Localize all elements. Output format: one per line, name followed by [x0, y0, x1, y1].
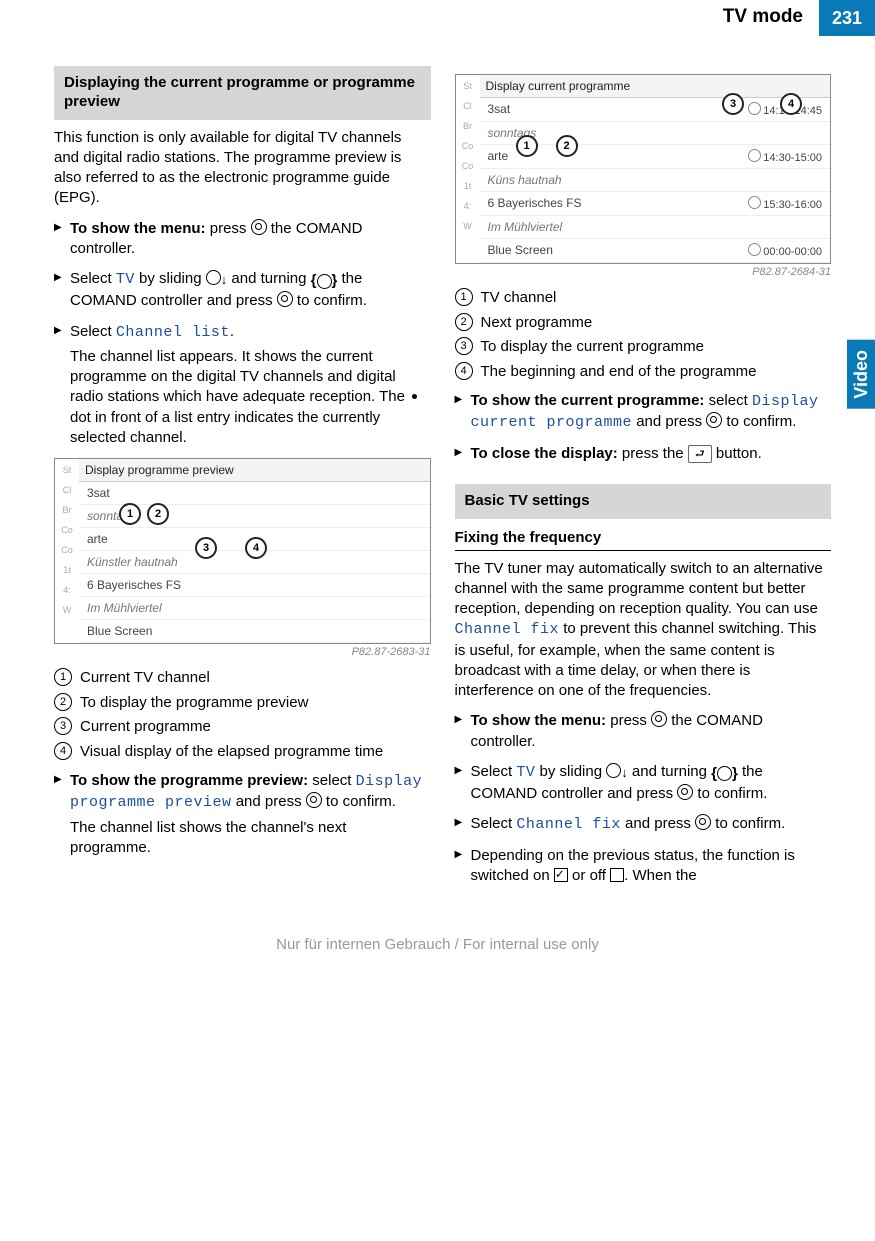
instruction-list-2: To show the programme preview: select Di… [54, 771, 431, 858]
fig-row: 3sat14:15-14:45 [480, 98, 831, 122]
annotation-1: 1 [119, 503, 141, 525]
step-show-current: To show the current programme: select Di… [455, 391, 832, 434]
checkbox-empty-icon [610, 868, 624, 882]
clock-icon [748, 243, 761, 256]
press-icon [695, 814, 711, 830]
step-select-channel-list: Select Channel list. The channel list ap… [54, 322, 431, 449]
fig-row: Im Mühlviertel [480, 216, 831, 239]
step-show-menu-2: To show the menu: press the COMAND contr… [455, 711, 832, 752]
figure-sidebar: St Cl Br Co Co 1t 4: W [456, 75, 480, 263]
press-icon [251, 219, 267, 235]
annotation-4: 4 [780, 93, 802, 115]
side-tab-video: Video [847, 340, 875, 409]
figure-sidebar: St Cl Br Co Co 1t 4: W [55, 459, 79, 643]
clock-icon [748, 102, 761, 115]
back-button-icon: ⮐ [688, 445, 712, 464]
figure-caption: P82.87-2683-31 [54, 646, 431, 658]
fig-row: 6 Bayerisches FS15:30-16:00 [480, 192, 831, 216]
step-show-menu: To show the menu: press the COMAND contr… [54, 219, 431, 260]
fig-row: Blue Screen [79, 620, 430, 643]
dot-icon [412, 394, 417, 399]
legend-2: 1TV channel 2Next programme 3To display … [455, 288, 832, 381]
turn-icon: {} [311, 271, 338, 291]
page-header: TV mode 231 [0, 0, 875, 36]
ring-icon [606, 763, 621, 778]
step-select-tv: Select TV by sliding ↓ and turning {} th… [54, 269, 431, 312]
fig-row: 6 Bayerisches FS [79, 574, 430, 597]
annotation-2: 2 [556, 135, 578, 157]
step-select-tv-2: Select TV by sliding ↓ and turning {} th… [455, 762, 832, 805]
section-title-basic-tv: Basic TV settings [455, 484, 832, 519]
page-number: 231 [819, 0, 875, 36]
right-column: St Cl Br Co Co 1t 4: W Display current p… [455, 66, 832, 896]
checkbox-checked-icon [554, 868, 568, 882]
step-close-display: To close the display: press the ⮐ button… [455, 444, 832, 464]
left-column: Displaying the current programme or prog… [54, 66, 431, 896]
annotation-1: 1 [516, 135, 538, 157]
annotation-2: 2 [147, 503, 169, 525]
annotation-3: 3 [722, 93, 744, 115]
fig-row: Im Mühlviertel [79, 597, 430, 620]
figure-title: Display programme preview [79, 459, 430, 482]
turn-icon: {} [711, 764, 738, 784]
press-icon [306, 792, 322, 808]
annotation-3: 3 [195, 537, 217, 559]
fig-row: Blue Screen00:00-00:00 [480, 239, 831, 263]
press-icon [706, 412, 722, 428]
step-toggle-status: Depending on the previous status, the fu… [455, 846, 832, 887]
section-title-display-programme: Displaying the current programme or prog… [54, 66, 431, 120]
figure-programme-preview: St Cl Br Co Co 1t 4: W Display programme… [54, 458, 431, 644]
instruction-list-1: To show the menu: press the COMAND contr… [54, 219, 431, 449]
legend-item: 4Visual display of the elapsed programme… [54, 742, 431, 762]
figure-title: Display current programme [480, 75, 831, 98]
legend-item: 3Current programme [54, 717, 431, 737]
fig-row: Küns hautnah [480, 169, 831, 192]
figure-caption: P82.87-2684-31 [455, 266, 832, 278]
instruction-list-4: To show the menu: press the COMAND contr… [455, 711, 832, 886]
footer-text: Nur für internen Gebrauch / For internal… [0, 936, 875, 953]
press-icon [277, 291, 293, 307]
annotation-4: 4 [245, 537, 267, 559]
frequency-intro: The TV tuner may automatically switch to… [455, 559, 832, 702]
figure-current-programme: St Cl Br Co Co 1t 4: W Display current p… [455, 74, 832, 264]
step-select-channel-fix: Select Channel fix and press to confirm. [455, 814, 832, 835]
legend-1: 1Current TV channel 2To display the prog… [54, 668, 431, 761]
clock-icon [748, 196, 761, 209]
step-show-preview: To show the programme preview: select Di… [54, 771, 431, 858]
press-icon [651, 711, 667, 727]
legend-item: 3To display the current programme [455, 337, 832, 357]
ring-icon [206, 270, 221, 285]
instruction-list-3: To show the current programme: select Di… [455, 391, 832, 464]
legend-item: 1TV channel [455, 288, 832, 308]
legend-item: 1Current TV channel [54, 668, 431, 688]
sub-heading-fixing-frequency: Fixing the frequency [455, 529, 832, 551]
header-title: TV mode [723, 0, 819, 36]
legend-item: 2Next programme [455, 313, 832, 333]
legend-item: 4The beginning and end of the programme [455, 362, 832, 382]
fig-row: 3sat [79, 482, 430, 505]
clock-icon [748, 149, 761, 162]
legend-item: 2To display the programme preview [54, 693, 431, 713]
press-icon [677, 784, 693, 800]
intro-paragraph: This function is only available for digi… [54, 128, 431, 209]
